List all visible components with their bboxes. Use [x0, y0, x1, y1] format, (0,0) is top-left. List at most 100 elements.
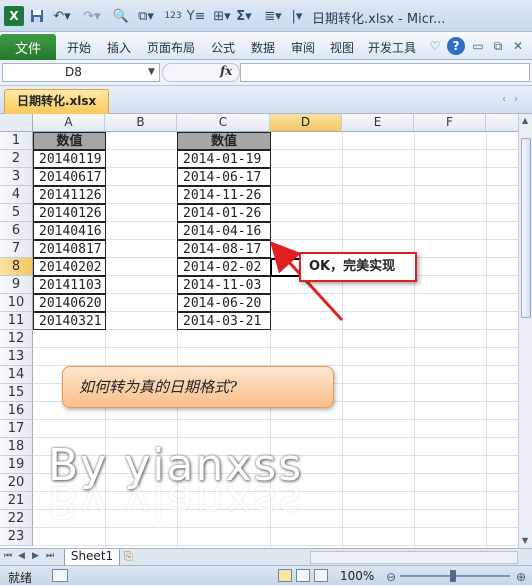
normal-view-icon[interactable]	[278, 569, 292, 582]
row-header-7[interactable]: 7	[0, 240, 33, 258]
cell-c3[interactable]: 2014-06-17	[177, 168, 271, 186]
worksheet-grid[interactable]: A B C D E F 数值 数值 1 2 3 4 5 6 7 8 9 10 11 12 13 14 15 1…	[0, 114, 518, 548]
horizontal-scrollbar[interactable]	[310, 551, 518, 564]
insert-sheet-icon[interactable]: ⎘	[124, 550, 146, 564]
page-break-view-icon[interactable]	[314, 569, 328, 582]
help-icon[interactable]: ?	[447, 37, 465, 55]
vertical-scroll-thumb[interactable]	[521, 138, 531, 318]
zoom-in-icon[interactable]: ⊕	[516, 570, 526, 584]
tab-data[interactable]: 数据	[251, 39, 275, 56]
chevron-down-icon[interactable]: ▼	[148, 63, 155, 82]
column-header-c[interactable]: C	[177, 114, 270, 132]
row-header-12[interactable]: 12	[0, 330, 33, 348]
cell-a7[interactable]: 20140817	[33, 240, 106, 258]
row-header-16[interactable]: 16	[0, 402, 33, 420]
sheet-tab-sheet1[interactable]: Sheet1	[64, 549, 120, 566]
restore-icon[interactable]: ⧉	[490, 38, 506, 54]
row-header-18[interactable]: 18	[0, 438, 33, 456]
cell-c8[interactable]: 2014-02-02	[177, 258, 271, 276]
row-header-15[interactable]: 15	[0, 384, 33, 402]
sum-icon[interactable]: Σ▾	[234, 6, 254, 26]
select-all-corner[interactable]	[0, 114, 33, 132]
tab-developer[interactable]: 开发工具	[368, 39, 416, 56]
cell-c4[interactable]: 2014-11-26	[177, 186, 271, 204]
close-icon[interactable]: ✕	[510, 38, 526, 54]
cell-c7[interactable]: 2014-08-17	[177, 240, 271, 258]
next-sheet-icon[interactable]: ▶	[32, 551, 39, 561]
first-sheet-icon[interactable]: ⏮	[4, 551, 12, 561]
tab-file[interactable]: 文件	[0, 34, 56, 60]
ribbon-collapse-icon[interactable]: ♡	[427, 38, 443, 54]
column-header-e[interactable]: E	[342, 114, 414, 132]
row-header-20[interactable]: 20	[0, 474, 33, 492]
row-header-5[interactable]: 5	[0, 204, 33, 222]
tab-review[interactable]: 审阅	[291, 39, 315, 56]
minimize-icon[interactable]: ▭	[470, 38, 486, 54]
row-header-8[interactable]: 8	[0, 258, 33, 276]
scroll-down-icon[interactable]: ▼	[522, 536, 528, 545]
cell-c9[interactable]: 2014-11-03	[177, 276, 271, 294]
page-layout-view-icon[interactable]	[296, 569, 310, 582]
column-header-b[interactable]: B	[105, 114, 177, 132]
format-icon[interactable]: ⧉▾	[134, 6, 158, 26]
column-header-a[interactable]: A	[33, 114, 105, 132]
customize-toolbar-icon[interactable]: |▾	[290, 6, 304, 26]
row-header-21[interactable]: 21	[0, 492, 33, 510]
row-header-19[interactable]: 19	[0, 456, 33, 474]
vertical-scrollbar[interactable]: ▲ ▼	[518, 114, 532, 548]
row-header-10[interactable]: 10	[0, 294, 33, 312]
save-icon[interactable]	[28, 6, 46, 26]
zoom-slider-thumb[interactable]	[450, 570, 456, 582]
scroll-right-icon[interactable]: ›	[514, 94, 518, 105]
cell-a6[interactable]: 20140416	[33, 222, 106, 240]
tab-view[interactable]: 视图	[330, 39, 354, 56]
row-header-14[interactable]: 14	[0, 366, 33, 384]
workbook-tab[interactable]: 日期转化.xlsx	[4, 89, 110, 114]
row-header-13[interactable]: 13	[0, 348, 33, 366]
row-header-17[interactable]: 17	[0, 420, 33, 438]
tab-formulas[interactable]: 公式	[211, 39, 235, 56]
excel-app-icon[interactable]: X	[4, 6, 24, 26]
formula-input[interactable]	[240, 63, 530, 82]
align-icon[interactable]: ≣▾	[262, 6, 284, 26]
cell-c1[interactable]: 数值	[177, 132, 271, 150]
undo-icon[interactable]: ↶▾	[50, 6, 74, 26]
column-header-d[interactable]: D	[270, 114, 342, 132]
tab-home[interactable]: 开始	[67, 39, 91, 56]
row-header-4[interactable]: 4	[0, 186, 33, 204]
cell-a10[interactable]: 20140620	[33, 294, 106, 312]
column-header-f[interactable]: F	[414, 114, 486, 132]
cell-a4[interactable]: 20141126	[33, 186, 106, 204]
scroll-left-icon[interactable]: ‹	[502, 94, 506, 105]
cell-c11[interactable]: 2014-03-21	[177, 312, 271, 330]
cell-a5[interactable]: 20140126	[33, 204, 106, 222]
cell-a11[interactable]: 20140321	[33, 312, 106, 330]
tab-insert[interactable]: 插入	[107, 39, 131, 56]
prev-sheet-icon[interactable]: ◀	[18, 551, 25, 561]
name-box[interactable]: D8	[2, 63, 160, 82]
cell-c2[interactable]: 2014-01-19	[177, 150, 271, 168]
filter-icon[interactable]: Y≡	[186, 6, 206, 26]
number-format-icon[interactable]: 123	[164, 6, 182, 26]
cell-a9[interactable]: 20141103	[33, 276, 106, 294]
row-header-23[interactable]: 23	[0, 528, 33, 546]
macro-record-icon[interactable]	[52, 569, 68, 582]
row-header-1[interactable]: 1	[0, 132, 33, 150]
row-header-6[interactable]: 6	[0, 222, 33, 240]
function-icon[interactable]: fx	[220, 64, 232, 78]
cell-c10[interactable]: 2014-06-20	[177, 294, 271, 312]
cell-c5[interactable]: 2014-01-26	[177, 204, 271, 222]
row-header-3[interactable]: 3	[0, 168, 33, 186]
cell-a2[interactable]: 20140119	[33, 150, 106, 168]
redo-icon[interactable]: ↷▾	[80, 6, 104, 26]
print-preview-icon[interactable]: 🔍	[112, 6, 130, 26]
borders-icon[interactable]: ⊞▾	[210, 6, 234, 26]
cell-c6[interactable]: 2014-04-16	[177, 222, 271, 240]
zoom-out-icon[interactable]: ⊖	[386, 570, 396, 584]
row-header-9[interactable]: 9	[0, 276, 33, 294]
cell-a3[interactable]: 20140617	[33, 168, 106, 186]
last-sheet-icon[interactable]: ⏭	[46, 551, 54, 561]
cell-a8[interactable]: 20140202	[33, 258, 106, 276]
cell-a1[interactable]: 数值	[33, 132, 106, 150]
zoom-level[interactable]: 100%	[340, 569, 374, 583]
